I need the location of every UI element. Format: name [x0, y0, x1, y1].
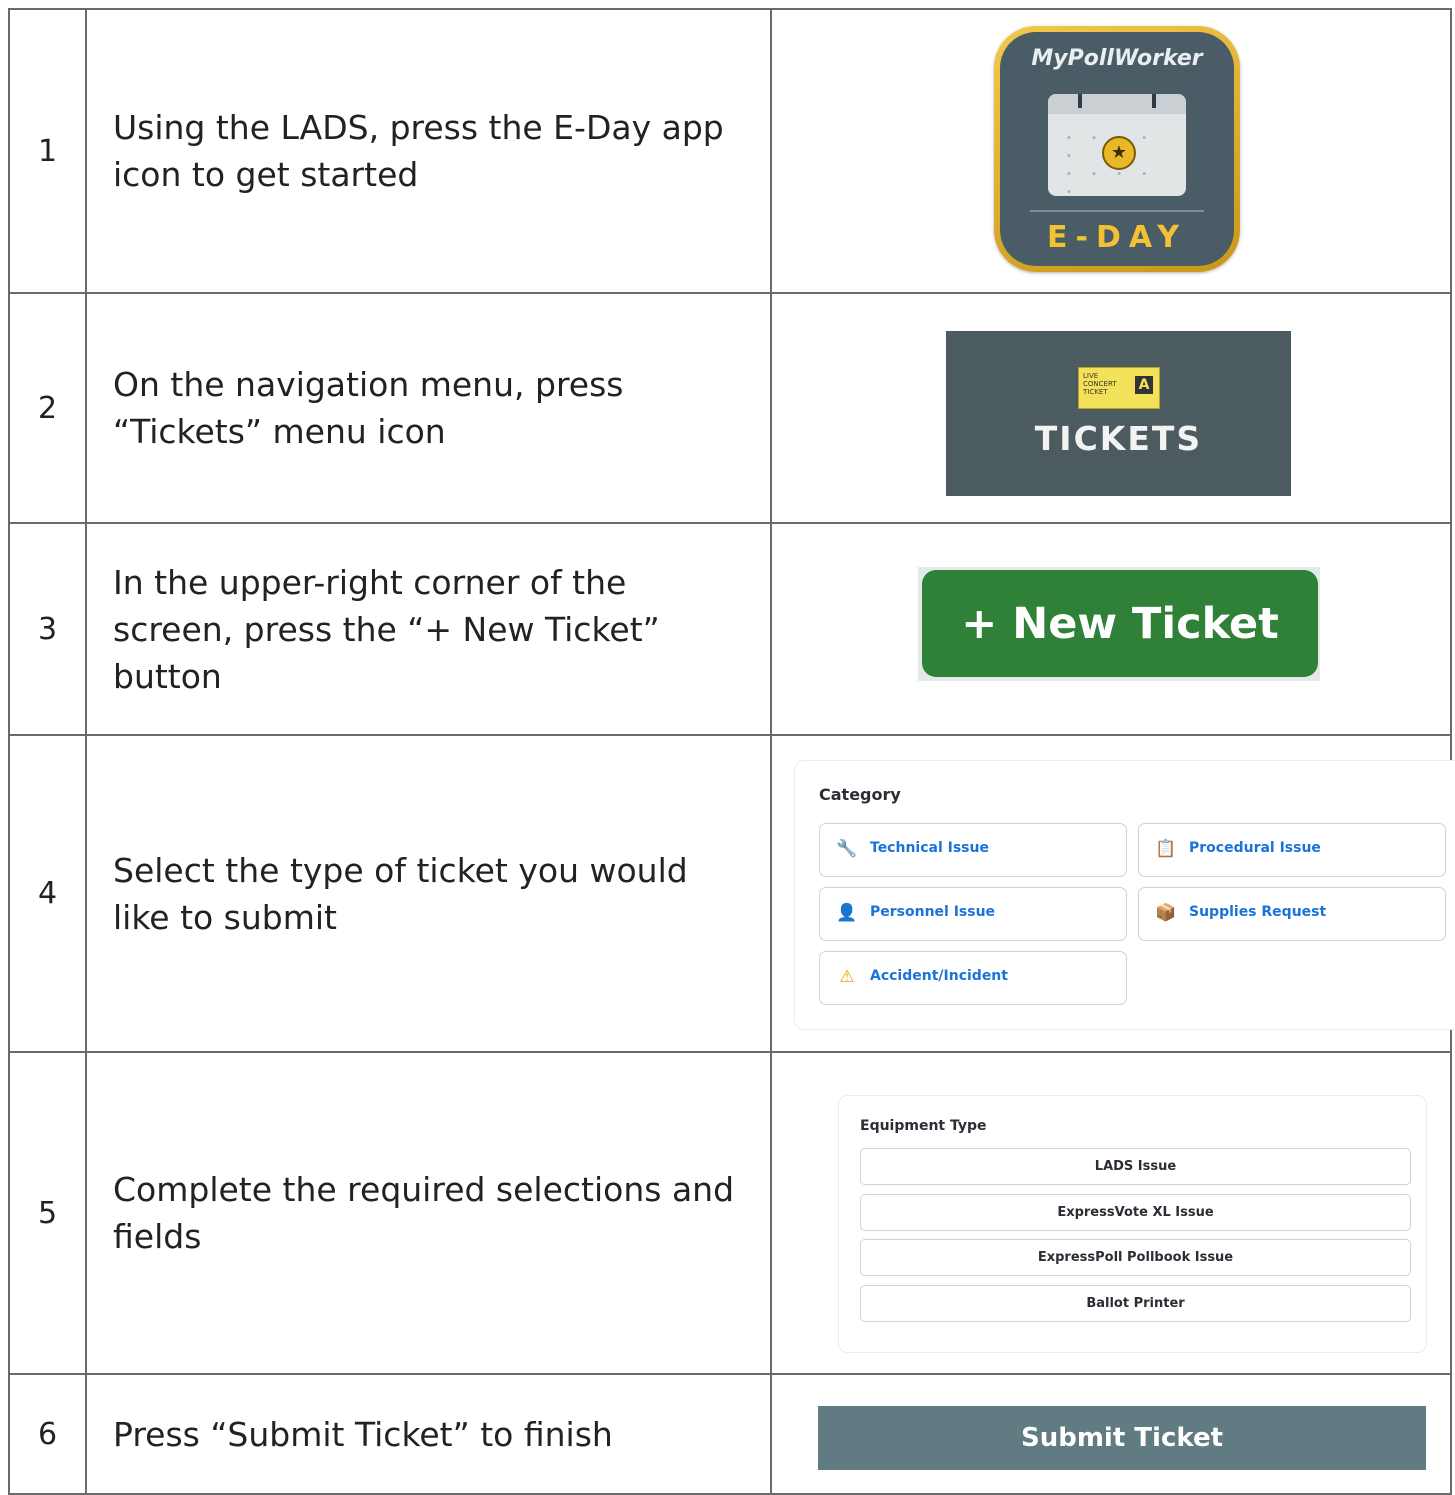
- warning-icon: ⚠: [839, 967, 855, 987]
- step-row: 1 Using the LADS, press the E-Day app ic…: [8, 8, 1452, 294]
- category-option-supplies[interactable]: 📦 Supplies Request: [1138, 887, 1446, 941]
- calendar-star-icon: • • • • •• • • • •• • • • • ★: [1048, 94, 1186, 196]
- step-visual: Category 🔧 Technical Issue 📋 Procedural …: [770, 734, 1455, 1053]
- step-number: 6: [8, 1373, 87, 1495]
- step-visual: LIVE CONCERT TICKET A TICKETS: [770, 292, 1452, 524]
- step-row: 4 Select the type of ticket you would li…: [8, 734, 1455, 1053]
- clipboard-icon: 📋: [1155, 839, 1177, 859]
- step-instruction: In the upper-right corner of the screen,…: [85, 522, 772, 736]
- category-label: Category: [819, 785, 901, 804]
- step-row: 5 Complete the required selections and f…: [8, 1051, 1452, 1375]
- eday-app-title: MyPollWorker: [1031, 46, 1203, 71]
- step-number: 3: [8, 522, 87, 736]
- category-option-procedural[interactable]: 📋 Procedural Issue: [1138, 823, 1446, 877]
- package-icon: 📦: [1155, 903, 1177, 923]
- step-visual: Submit Ticket: [770, 1373, 1452, 1495]
- tickets-menu-label: TICKETS: [1034, 419, 1203, 458]
- step-number: 2: [8, 292, 87, 524]
- instructions-table: 1 Using the LADS, press the E-Day app ic…: [8, 8, 1455, 1495]
- step-row: 2 On the navigation menu, press “Tickets…: [8, 292, 1452, 524]
- new-ticket-frame: + New Ticket: [918, 567, 1320, 681]
- step-number: 5: [8, 1051, 87, 1375]
- wrench-icon: 🔧: [836, 839, 858, 859]
- step-row: 3 In the upper-right corner of the scree…: [8, 522, 1452, 736]
- step-row: 6 Press “Submit Ticket” to finish Submit…: [8, 1373, 1452, 1495]
- category-option-label: Procedural Issue: [1189, 840, 1321, 856]
- equipment-panel: Equipment Type LADS Issue ExpressVote XL…: [838, 1095, 1427, 1353]
- equipment-option-expressvote[interactable]: ExpressVote XL Issue: [860, 1194, 1411, 1231]
- step-instruction: Select the type of ticket you would like…: [85, 734, 772, 1053]
- eday-app-icon[interactable]: MyPollWorker • • • • •• • • • •• • • • •…: [994, 26, 1240, 272]
- equipment-option-ballot-printer[interactable]: Ballot Printer: [860, 1285, 1411, 1322]
- category-option-label: Personnel Issue: [870, 904, 996, 920]
- category-option-accident[interactable]: ⚠ Accident/Incident: [819, 951, 1127, 1005]
- equipment-option-lads[interactable]: LADS Issue: [860, 1148, 1411, 1185]
- submit-ticket-button[interactable]: Submit Ticket: [818, 1406, 1426, 1470]
- step-instruction: On the navigation menu, press “Tickets” …: [85, 292, 772, 524]
- new-ticket-button[interactable]: + New Ticket: [922, 570, 1318, 677]
- category-option-personnel[interactable]: 👤 Personnel Issue: [819, 887, 1127, 941]
- category-option-label: Technical Issue: [870, 840, 989, 856]
- ticket-icon: LIVE CONCERT TICKET A: [1078, 367, 1160, 409]
- step-instruction: Complete the required selections and fie…: [85, 1051, 772, 1375]
- step-number: 1: [8, 8, 87, 294]
- step-number: 4: [8, 734, 87, 1053]
- equipment-type-label: Equipment Type: [860, 1118, 987, 1134]
- category-option-label: Supplies Request: [1189, 904, 1327, 920]
- step-visual: MyPollWorker • • • • •• • • • •• • • • •…: [770, 8, 1452, 294]
- equipment-option-expresspoll[interactable]: ExpressPoll Pollbook Issue: [860, 1239, 1411, 1276]
- category-option-technical[interactable]: 🔧 Technical Issue: [819, 823, 1127, 877]
- eday-app-label: E-DAY: [1047, 220, 1187, 255]
- tickets-menu-item[interactable]: LIVE CONCERT TICKET A TICKETS: [946, 331, 1291, 496]
- step-instruction: Press “Submit Ticket” to finish: [85, 1373, 772, 1495]
- step-visual: + New Ticket: [770, 522, 1452, 736]
- category-panel: Category 🔧 Technical Issue 📋 Procedural …: [794, 760, 1455, 1030]
- step-instruction: Using the LADS, press the E-Day app icon…: [85, 8, 772, 294]
- person-icon: 👤: [836, 903, 858, 923]
- category-option-label: Accident/Incident: [870, 968, 1008, 984]
- step-visual: Equipment Type LADS Issue ExpressVote XL…: [770, 1051, 1452, 1375]
